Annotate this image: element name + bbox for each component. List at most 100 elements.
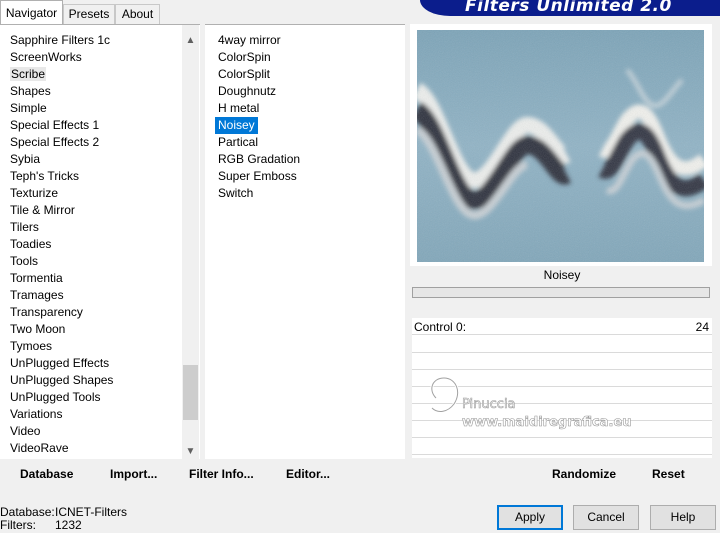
- preview-frame: [410, 24, 712, 266]
- category-item-label: Tile & Mirror: [10, 203, 75, 217]
- category-item[interactable]: VideoRave: [0, 440, 182, 457]
- editor-button[interactable]: Editor...: [286, 467, 330, 481]
- category-item[interactable]: Tools: [0, 253, 182, 270]
- category-list: Sapphire Filters 1c ScreenWorks Scribe Shap…: [0, 32, 182, 457]
- randomize-button[interactable]: Randomize: [552, 467, 616, 481]
- tab-navigator[interactable]: Navigator: [0, 0, 63, 24]
- category-item[interactable]: Toadies: [0, 236, 182, 253]
- category-item-label: Texturize: [10, 186, 59, 200]
- category-item-label: Tools: [10, 254, 39, 268]
- app-title: Filters Unlimited 2.0: [465, 0, 672, 16]
- category-item-label: Scribe: [10, 67, 47, 81]
- category-item[interactable]: Two Moon: [0, 321, 182, 338]
- category-item-label: Tilers: [10, 220, 39, 234]
- category-item[interactable]: Video: [0, 423, 182, 440]
- category-item[interactable]: Sapphire Filters 1c: [0, 32, 182, 49]
- category-item-label: Toadies: [10, 237, 52, 251]
- category-item-label: Sapphire Filters 1c: [10, 33, 111, 47]
- controls-panel: Control 0: 24: [412, 318, 712, 458]
- category-item-label: Special Effects 1: [10, 118, 100, 132]
- category-item-label: UnPlugged Shapes: [10, 373, 114, 387]
- category-item[interactable]: Tile & Mirror: [0, 202, 182, 219]
- category-item[interactable]: Simple: [0, 100, 182, 117]
- right-toolbar: Randomize Reset: [410, 461, 712, 489]
- category-item-label: ScreenWorks: [10, 50, 82, 64]
- filter-item[interactable]: ColorSpin: [215, 49, 274, 66]
- database-button[interactable]: Database: [20, 467, 73, 481]
- app-banner: Filters Unlimited 2.0: [420, 0, 720, 16]
- category-item[interactable]: Special Effects 1: [0, 117, 182, 134]
- category-item-label: Teph's Tricks: [10, 169, 79, 183]
- category-item[interactable]: Texturize: [0, 185, 182, 202]
- filter-item[interactable]: Noisey: [215, 117, 258, 134]
- category-item-label: UnPlugged Tools: [10, 390, 101, 404]
- category-item[interactable]: UnPlugged Tools: [0, 389, 182, 406]
- category-item-label: Shapes: [10, 84, 51, 98]
- category-item-label: Tormentia: [10, 271, 63, 285]
- empty-control-row: [412, 421, 712, 438]
- category-item[interactable]: ScreenWorks: [0, 49, 182, 66]
- category-item-label: Tramages: [10, 288, 64, 302]
- import-button[interactable]: Import...: [110, 467, 157, 481]
- category-item-label: Two Moon: [10, 322, 66, 336]
- category-item[interactable]: Special Effects 2: [0, 134, 182, 151]
- category-item-label: Special Effects 2: [10, 135, 100, 149]
- filter-item[interactable]: Doughnutz: [215, 83, 279, 100]
- category-item[interactable]: Tramages: [0, 287, 182, 304]
- reset-button[interactable]: Reset: [652, 467, 685, 481]
- control-row[interactable]: Control 0: 24: [412, 318, 712, 335]
- control-value: 24: [695, 320, 709, 334]
- category-item[interactable]: Scribe: [0, 66, 182, 83]
- apply-button[interactable]: Apply: [497, 505, 563, 530]
- category-item-label: Transparency: [10, 305, 83, 319]
- filter-list-panel: 4way mirror ColorSpin ColorSplit Doughnutz H…: [205, 24, 405, 459]
- tab-about[interactable]: About: [115, 4, 160, 24]
- scrollbar-thumb[interactable]: [183, 365, 198, 420]
- category-item[interactable]: UnPlugged Shapes: [0, 372, 182, 389]
- filter-item[interactable]: Super Emboss: [215, 168, 300, 185]
- empty-control-row: [412, 370, 712, 387]
- category-item[interactable]: Teph's Tricks: [0, 168, 182, 185]
- help-button[interactable]: Help: [650, 505, 716, 530]
- tab-presets[interactable]: Presets: [63, 4, 115, 24]
- category-item[interactable]: Tymoes: [0, 338, 182, 355]
- category-item[interactable]: UnPlugged Effects: [0, 355, 182, 372]
- category-item[interactable]: Tormentia: [0, 270, 182, 287]
- scroll-down-icon[interactable]: ▼: [182, 443, 199, 459]
- filters-status-value: 1232: [55, 518, 82, 532]
- category-scrollbar[interactable]: ▲ ▼: [182, 25, 199, 459]
- database-status-label: Database:: [0, 505, 55, 519]
- filter-info-button[interactable]: Filter Info...: [189, 467, 254, 481]
- preview-image: [417, 30, 704, 262]
- category-item-label: Video: [10, 424, 41, 438]
- category-item-label: Tymoes: [10, 339, 53, 353]
- category-item[interactable]: Tilers: [0, 219, 182, 236]
- category-item-label: VideoRave: [10, 441, 69, 455]
- filter-item[interactable]: H metal: [215, 100, 262, 117]
- category-item-label: Variations: [10, 407, 63, 421]
- category-list-panel: Sapphire Filters 1c ScreenWorks Scribe Shap…: [0, 24, 200, 459]
- category-item[interactable]: Transparency: [0, 304, 182, 321]
- left-toolbar: Database Import... Filter Info... Editor…: [0, 461, 406, 489]
- category-item[interactable]: Shapes: [0, 83, 182, 100]
- empty-control-row: [412, 438, 712, 455]
- empty-control-row: [412, 353, 712, 370]
- category-item-label: Sybia: [10, 152, 41, 166]
- cancel-button[interactable]: Cancel: [573, 505, 639, 530]
- filter-item[interactable]: Partical: [215, 134, 261, 151]
- empty-control-row: [412, 336, 712, 353]
- filters-status-label: Filters:: [0, 518, 36, 532]
- category-item[interactable]: Sybia: [0, 151, 182, 168]
- control-label: Control 0:: [414, 320, 467, 334]
- filter-item[interactable]: RGB Gradation: [215, 151, 303, 168]
- filter-item[interactable]: Switch: [215, 185, 256, 202]
- category-item[interactable]: Variations: [0, 406, 182, 423]
- scroll-up-icon[interactable]: ▲: [182, 32, 199, 49]
- category-item-label: Simple: [10, 101, 47, 115]
- database-status-value: ICNET-Filters: [55, 505, 127, 519]
- selected-filter-name: Noisey: [412, 266, 712, 286]
- empty-control-row: [412, 387, 712, 404]
- filter-item[interactable]: 4way mirror: [215, 32, 284, 49]
- filter-item[interactable]: ColorSplit: [215, 66, 273, 83]
- empty-control-row: [412, 404, 712, 421]
